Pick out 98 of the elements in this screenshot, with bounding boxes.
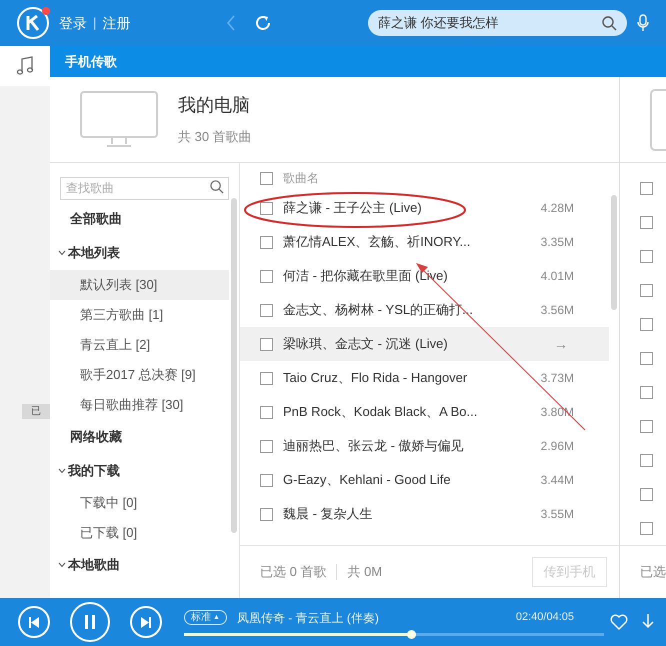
checkbox[interactable] bbox=[260, 172, 273, 184]
song-row[interactable]: 金志文、杨树林 - YSL的正确打... 3.56M bbox=[240, 293, 609, 327]
file-size: 4.01M bbox=[540, 268, 574, 285]
progress-thumb[interactable] bbox=[406, 630, 416, 638]
song-row[interactable]: 薛之谦 - 王子公主 (Live) 4.28M bbox=[240, 191, 609, 225]
checkbox[interactable] bbox=[260, 202, 273, 214]
logo-icon bbox=[17, 7, 49, 39]
device-title: 我的电脑 bbox=[178, 94, 251, 118]
song-title: 迪丽热巴、张云龙 - 傲娇与偏见 bbox=[283, 437, 465, 456]
login-link[interactable]: 登录 bbox=[59, 12, 87, 34]
checkbox[interactable] bbox=[260, 304, 273, 316]
selected-count: 已选 0 首歌 bbox=[260, 563, 326, 582]
file-size: 2.96M bbox=[540, 438, 574, 455]
download-icon[interactable] bbox=[642, 614, 654, 630]
song-search-field[interactable]: 查找歌曲 bbox=[60, 176, 229, 200]
song-row[interactable]: Taio Cruz、Flo Rida - Hangover 3.73M bbox=[240, 361, 609, 395]
pause-button[interactable] bbox=[70, 602, 110, 642]
song-title: 梁咏琪、金志文 - 沉迷 (Live) bbox=[283, 335, 449, 354]
column-header: 歌曲名 bbox=[283, 170, 319, 187]
microphone-icon[interactable] bbox=[636, 14, 649, 32]
search-icon[interactable] bbox=[602, 16, 617, 30]
search-field[interactable]: 薛之谦 你还要我怎样 bbox=[368, 10, 627, 36]
sidebar-group[interactable]: 本地列表 bbox=[50, 236, 229, 270]
song-title: 薛之谦 - 王子公主 (Live) bbox=[283, 199, 423, 218]
checkbox[interactable] bbox=[260, 474, 273, 486]
playlist-item[interactable]: 默认列表 [30] bbox=[50, 270, 229, 300]
song-count: 共 30 首歌曲 bbox=[178, 128, 252, 146]
checkbox[interactable] bbox=[640, 250, 653, 262]
song-title: G-Eazy、Kehlani - Good Life bbox=[283, 471, 452, 490]
register-link[interactable]: 注册 bbox=[102, 12, 130, 34]
chevron-icon bbox=[58, 468, 66, 474]
file-size: 3.44M bbox=[540, 472, 574, 489]
total-size: 共 0M bbox=[347, 563, 382, 582]
selected-count: 已选 bbox=[640, 563, 666, 582]
checkbox[interactable] bbox=[640, 386, 653, 398]
song-title: 萧亿情ALEX、玄觞、祈INORY... bbox=[283, 233, 472, 252]
file-size: 4.28M bbox=[540, 200, 574, 217]
song-title: 凤凰传奇 - 青云直上 (伴奏) bbox=[236, 610, 379, 626]
checkbox[interactable] bbox=[260, 440, 273, 452]
checkbox[interactable] bbox=[640, 454, 653, 466]
previous-button[interactable] bbox=[18, 606, 50, 638]
song-row[interactable]: 梁咏琪、金志文 - 沉迷 (Live) → bbox=[240, 327, 609, 361]
heart-icon[interactable] bbox=[610, 614, 628, 630]
playlist-item[interactable]: 每日歌曲推荐 [30] bbox=[50, 390, 229, 420]
checkbox[interactable] bbox=[260, 372, 273, 384]
separator: | bbox=[93, 14, 96, 32]
back-icon[interactable] bbox=[226, 14, 236, 32]
next-button[interactable] bbox=[130, 606, 162, 638]
search-icon[interactable] bbox=[210, 180, 224, 194]
previous-icon bbox=[29, 616, 39, 628]
play-time: 02:40/04:05 bbox=[516, 610, 574, 626]
monitor-icon bbox=[80, 90, 158, 148]
chevron-icon bbox=[58, 562, 66, 568]
song-title: PnB Rock、Kodak Black、A Bo... bbox=[283, 403, 478, 422]
checkbox[interactable] bbox=[640, 284, 653, 296]
song-row[interactable]: 迪丽热巴、张云龙 - 傲娇与偏见 2.96M bbox=[240, 429, 609, 463]
file-size: 3.56M bbox=[540, 302, 574, 319]
playlist-item[interactable]: 第三方歌曲 [1] bbox=[50, 300, 229, 330]
progress-track[interactable] bbox=[184, 632, 604, 636]
pause-icon bbox=[85, 615, 95, 629]
file-size: 3.35M bbox=[540, 234, 574, 251]
playlist-item[interactable]: 已下载 [0] bbox=[50, 518, 229, 548]
chevron-icon bbox=[58, 250, 66, 256]
checkbox[interactable] bbox=[640, 318, 653, 330]
song-title: 金志文、杨树林 - YSL的正确打... bbox=[283, 301, 474, 320]
checkbox[interactable] bbox=[640, 182, 653, 194]
checkbox[interactable] bbox=[640, 488, 653, 500]
checkbox[interactable] bbox=[640, 352, 653, 364]
song-row[interactable]: G-Eazy、Kehlani - Good Life 3.44M bbox=[240, 463, 609, 497]
checkbox[interactable] bbox=[640, 522, 653, 534]
checkbox[interactable] bbox=[260, 406, 273, 418]
refresh-icon[interactable] bbox=[254, 14, 272, 32]
scrollbar[interactable] bbox=[611, 195, 617, 310]
checkbox[interactable] bbox=[640, 420, 653, 432]
usage-badge: 已 bbox=[22, 404, 50, 419]
song-row[interactable]: 萧亿情ALEX、玄觞、祈INORY... 3.35M bbox=[240, 225, 609, 259]
file-size: 3.55M bbox=[540, 506, 574, 523]
song-row[interactable]: 魏晨 - 复杂人生 3.55M bbox=[240, 497, 609, 531]
checkbox[interactable] bbox=[260, 508, 273, 520]
phone-icon bbox=[650, 88, 666, 150]
sidebar-group[interactable]: 我的下载 bbox=[50, 454, 229, 488]
playlist-item[interactable]: 青云直上 [2] bbox=[50, 330, 229, 360]
checkbox[interactable] bbox=[260, 338, 273, 350]
playlist-item[interactable]: 歌手2017 总决赛 [9] bbox=[50, 360, 229, 390]
sidebar-group[interactable]: 全部歌曲 bbox=[50, 202, 229, 236]
next-icon bbox=[141, 616, 151, 628]
music-note-icon[interactable] bbox=[16, 56, 34, 76]
scrollbar[interactable] bbox=[231, 198, 237, 533]
section-bar: 手机传歌 bbox=[50, 46, 666, 77]
playlist-item[interactable]: 下载中 [0] bbox=[50, 488, 229, 518]
sidebar-group[interactable]: 网络收藏 bbox=[50, 420, 229, 454]
song-title: Taio Cruz、Flo Rida - Hangover bbox=[283, 369, 468, 388]
checkbox[interactable] bbox=[260, 236, 273, 248]
checkbox[interactable] bbox=[260, 270, 273, 282]
sidebar-group[interactable]: 本地歌曲 bbox=[50, 548, 229, 582]
file-size: 3.73M bbox=[540, 370, 574, 387]
song-title: 魏晨 - 复杂人生 bbox=[283, 505, 374, 524]
checkbox[interactable] bbox=[640, 216, 653, 228]
